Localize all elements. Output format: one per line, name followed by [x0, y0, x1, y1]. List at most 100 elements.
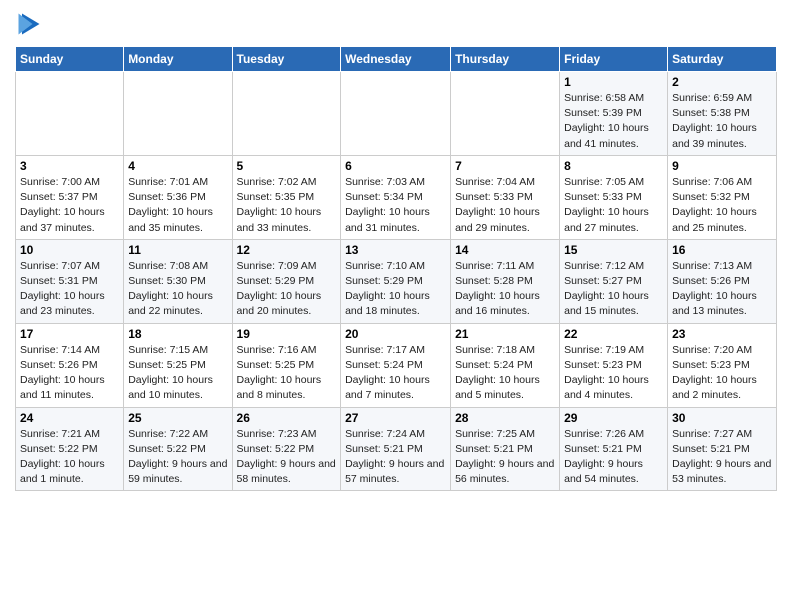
calendar-cell	[124, 72, 232, 156]
calendar-cell: 11 Sunrise: 7:08 AMSunset: 5:30 PMDayligh…	[124, 239, 232, 323]
day-info: Sunrise: 7:15 AMSunset: 5:25 PMDaylight:…	[128, 343, 227, 404]
weekday-header-thursday: Thursday	[451, 47, 560, 72]
calendar-cell: 10 Sunrise: 7:07 AMSunset: 5:31 PMDayligh…	[16, 239, 124, 323]
calendar-cell: 26 Sunrise: 7:23 AMSunset: 5:22 PMDayligh…	[232, 407, 341, 491]
day-info: Sunrise: 7:00 AMSunset: 5:37 PMDaylight:…	[20, 175, 119, 236]
day-info: Sunrise: 6:58 AMSunset: 5:39 PMDaylight:…	[564, 91, 663, 152]
calendar-cell: 20 Sunrise: 7:17 AMSunset: 5:24 PMDayligh…	[341, 323, 451, 407]
day-info: Sunrise: 7:06 AMSunset: 5:32 PMDaylight:…	[672, 175, 772, 236]
day-info: Sunrise: 7:03 AMSunset: 5:34 PMDaylight:…	[345, 175, 446, 236]
calendar-cell: 22 Sunrise: 7:19 AMSunset: 5:23 PMDayligh…	[560, 323, 668, 407]
day-info: Sunrise: 7:07 AMSunset: 5:31 PMDaylight:…	[20, 259, 119, 320]
calendar-cell: 21 Sunrise: 7:18 AMSunset: 5:24 PMDayligh…	[451, 323, 560, 407]
calendar-cell: 9 Sunrise: 7:06 AMSunset: 5:32 PMDaylight…	[668, 155, 777, 239]
day-info: Sunrise: 7:10 AMSunset: 5:29 PMDaylight:…	[345, 259, 446, 320]
calendar-cell: 12 Sunrise: 7:09 AMSunset: 5:29 PMDayligh…	[232, 239, 341, 323]
weekday-header-tuesday: Tuesday	[232, 47, 341, 72]
day-number: 26	[237, 411, 337, 425]
logo	[15, 10, 47, 38]
day-number: 2	[672, 75, 772, 89]
day-number: 9	[672, 159, 772, 173]
calendar-cell: 15 Sunrise: 7:12 AMSunset: 5:27 PMDayligh…	[560, 239, 668, 323]
day-info: Sunrise: 6:59 AMSunset: 5:38 PMDaylight:…	[672, 91, 772, 152]
calendar-cell: 1 Sunrise: 6:58 AMSunset: 5:39 PMDaylight…	[560, 72, 668, 156]
day-number: 7	[455, 159, 555, 173]
day-info: Sunrise: 7:11 AMSunset: 5:28 PMDaylight:…	[455, 259, 555, 320]
day-number: 23	[672, 327, 772, 341]
calendar-cell: 7Sunrise: 7:04 AMSunset: 5:33 PMDaylight…	[451, 155, 560, 239]
day-number: 29	[564, 411, 663, 425]
day-info: Sunrise: 7:24 AMSunset: 5:21 PMDaylight:…	[345, 427, 446, 488]
day-number: 13	[345, 243, 446, 257]
day-info: Sunrise: 7:12 AMSunset: 5:27 PMDaylight:…	[564, 259, 663, 320]
weekday-header-sunday: Sunday	[16, 47, 124, 72]
calendar-cell: 14 Sunrise: 7:11 AMSunset: 5:28 PMDayligh…	[451, 239, 560, 323]
day-number: 18	[128, 327, 227, 341]
calendar-cell: 18 Sunrise: 7:15 AMSunset: 5:25 PMDayligh…	[124, 323, 232, 407]
day-number: 20	[345, 327, 446, 341]
calendar-cell	[451, 72, 560, 156]
calendar-cell: 2 Sunrise: 6:59 AMSunset: 5:38 PMDaylight…	[668, 72, 777, 156]
calendar-cell	[232, 72, 341, 156]
day-number: 4	[128, 159, 227, 173]
day-number: 10	[20, 243, 119, 257]
calendar-cell: 24 Sunrise: 7:21 AMSunset: 5:22 PMDayligh…	[16, 407, 124, 491]
calendar-cell: 30Sunrise: 7:27 AMSunset: 5:21 PMDayligh…	[668, 407, 777, 491]
weekday-header-saturday: Saturday	[668, 47, 777, 72]
calendar-table: SundayMondayTuesdayWednesdayThursdayFrid…	[15, 46, 777, 491]
day-number: 15	[564, 243, 663, 257]
calendar-cell: 17Sunrise: 7:14 AMSunset: 5:26 PMDayligh…	[16, 323, 124, 407]
day-info: Sunrise: 7:16 AMSunset: 5:25 PMDaylight:…	[237, 343, 337, 404]
calendar-cell: 28 Sunrise: 7:25 AMSunset: 5:21 PMDayligh…	[451, 407, 560, 491]
calendar-cell: 27 Sunrise: 7:24 AMSunset: 5:21 PMDayligh…	[341, 407, 451, 491]
weekday-header-monday: Monday	[124, 47, 232, 72]
day-number: 27	[345, 411, 446, 425]
day-number: 1	[564, 75, 663, 89]
day-info: Sunrise: 7:17 AMSunset: 5:24 PMDaylight:…	[345, 343, 446, 404]
day-info: Sunrise: 7:02 AMSunset: 5:35 PMDaylight:…	[237, 175, 337, 236]
page-header	[15, 10, 777, 38]
day-number: 12	[237, 243, 337, 257]
weekday-header-friday: Friday	[560, 47, 668, 72]
day-info: Sunrise: 7:18 AMSunset: 5:24 PMDaylight:…	[455, 343, 555, 404]
day-info: Sunrise: 7:09 AMSunset: 5:29 PMDaylight:…	[237, 259, 337, 320]
calendar-cell: 5 Sunrise: 7:02 AMSunset: 5:35 PMDaylight…	[232, 155, 341, 239]
calendar-cell: 19 Sunrise: 7:16 AMSunset: 5:25 PMDayligh…	[232, 323, 341, 407]
day-info: Sunrise: 7:25 AMSunset: 5:21 PMDaylight:…	[455, 427, 555, 488]
day-info: Sunrise: 7:23 AMSunset: 5:22 PMDaylight:…	[237, 427, 337, 488]
weekday-header-wednesday: Wednesday	[341, 47, 451, 72]
day-info: Sunrise: 7:14 AMSunset: 5:26 PMDaylight:…	[20, 343, 119, 404]
day-number: 8	[564, 159, 663, 173]
calendar-cell: 23 Sunrise: 7:20 AMSunset: 5:23 PMDayligh…	[668, 323, 777, 407]
calendar-cell: 13 Sunrise: 7:10 AMSunset: 5:29 PMDayligh…	[341, 239, 451, 323]
day-number: 5	[237, 159, 337, 173]
day-info: Sunrise: 7:26 AMSunset: 5:21 PMDaylight:…	[564, 427, 663, 488]
calendar-cell: 16 Sunrise: 7:13 AMSunset: 5:26 PMDayligh…	[668, 239, 777, 323]
day-number: 28	[455, 411, 555, 425]
day-number: 11	[128, 243, 227, 257]
day-number: 16	[672, 243, 772, 257]
day-number: 19	[237, 327, 337, 341]
day-number: 24	[20, 411, 119, 425]
calendar-cell: 4 Sunrise: 7:01 AMSunset: 5:36 PMDaylight…	[124, 155, 232, 239]
day-info: Sunrise: 7:01 AMSunset: 5:36 PMDaylight:…	[128, 175, 227, 236]
calendar-cell: 8Sunrise: 7:05 AMSunset: 5:33 PMDaylight…	[560, 155, 668, 239]
day-info: Sunrise: 7:19 AMSunset: 5:23 PMDaylight:…	[564, 343, 663, 404]
day-info: Sunrise: 7:20 AMSunset: 5:23 PMDaylight:…	[672, 343, 772, 404]
day-number: 6	[345, 159, 446, 173]
calendar-cell: 6 Sunrise: 7:03 AMSunset: 5:34 PMDaylight…	[341, 155, 451, 239]
calendar-cell: 25Sunrise: 7:22 AMSunset: 5:22 PMDayligh…	[124, 407, 232, 491]
day-number: 30	[672, 411, 772, 425]
calendar-cell: 3 Sunrise: 7:00 AMSunset: 5:37 PMDaylight…	[16, 155, 124, 239]
day-number: 25	[128, 411, 227, 425]
calendar-cell	[16, 72, 124, 156]
day-number: 3	[20, 159, 119, 173]
logo-icon	[15, 10, 43, 38]
day-info: Sunrise: 7:21 AMSunset: 5:22 PMDaylight:…	[20, 427, 119, 488]
day-number: 14	[455, 243, 555, 257]
day-info: Sunrise: 7:13 AMSunset: 5:26 PMDaylight:…	[672, 259, 772, 320]
day-info: Sunrise: 7:08 AMSunset: 5:30 PMDaylight:…	[128, 259, 227, 320]
calendar-cell	[341, 72, 451, 156]
day-number: 22	[564, 327, 663, 341]
day-number: 21	[455, 327, 555, 341]
